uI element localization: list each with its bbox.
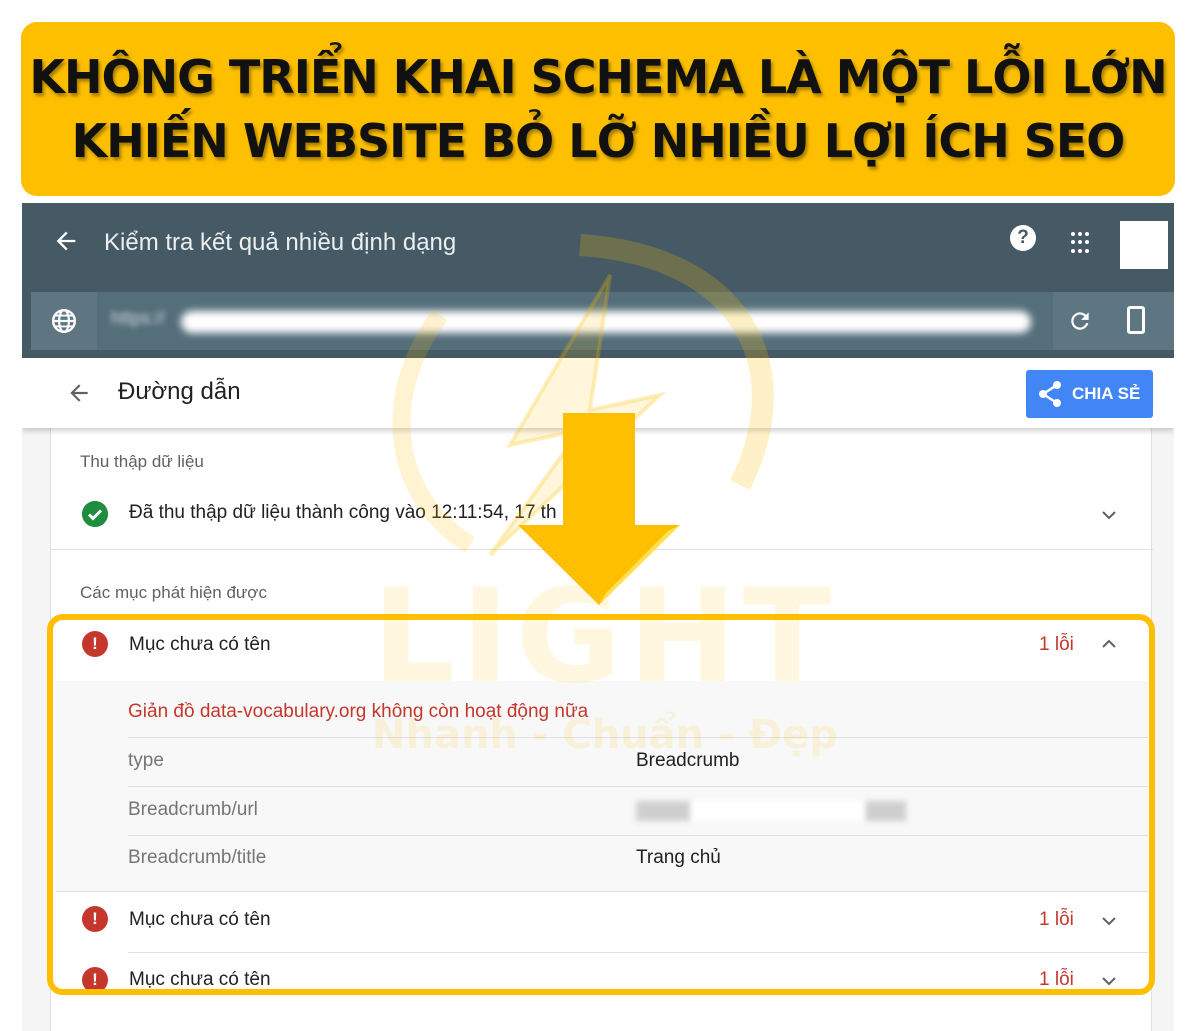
detail-title: Đường dẫn (118, 378, 241, 405)
account-avatar[interactable] (1120, 221, 1168, 269)
item-title: Mục chưa có tên (129, 909, 271, 930)
item-details: Giản đồ data-vocabulary.org không còn ho… (56, 681, 1148, 891)
chevron-down-icon[interactable] (1101, 510, 1117, 520)
property-value: Trang chủ (636, 847, 721, 868)
error-count: 1 lỗi (1039, 969, 1074, 990)
reload-icon[interactable] (1067, 308, 1093, 334)
smartphone-icon[interactable] (1127, 306, 1145, 334)
headline-line-1: KHÔNG TRIỂN KHAI SCHEMA LÀ MỘT LỖI LỚN (29, 50, 1167, 104)
property-key: Breadcrumb/url (128, 799, 258, 820)
url-bar: https:// (31, 292, 1174, 350)
error-icon: ! (82, 967, 108, 993)
arrow-left-icon[interactable] (66, 380, 92, 406)
url-input-redacted[interactable] (181, 311, 1031, 333)
headline-banner: KHÔNG TRIỂN KHAI SCHEMA LÀ MỘT LỖI LỚN K… (21, 22, 1175, 196)
error-message: Giản đồ data-vocabulary.org không còn ho… (128, 701, 589, 722)
scrollbar-track[interactable] (1152, 428, 1174, 1031)
globe-icon (51, 308, 77, 334)
chevron-up-icon[interactable] (1101, 639, 1117, 649)
error-count: 1 lỗi (1039, 634, 1074, 655)
app-title: Kiểm tra kết quả nhiều định dạng (104, 229, 457, 256)
share-button-label: CHIA SẺ (1072, 384, 1141, 403)
chevron-down-icon[interactable] (1101, 976, 1117, 986)
arrow-left-icon[interactable] (52, 227, 80, 255)
property-value: Breadcrumb (636, 750, 740, 771)
error-icon: ! (82, 631, 108, 657)
check-circle-icon (82, 501, 108, 527)
item-title: Mục chưa có tên (129, 634, 271, 655)
error-count: 1 lỗi (1039, 909, 1074, 930)
crawl-status-text: Đã thu thập dữ liệu thành công vào 12:11… (129, 502, 557, 523)
crawl-section-label: Thu thập dữ liệu (80, 452, 204, 471)
headline-line-2: KHIẾN WEBSITE BỎ LỠ NHIỀU LỢI ÍCH SEO (71, 114, 1126, 168)
item-title: Mục chưa có tên (129, 969, 271, 990)
property-key: type (128, 750, 164, 771)
url-prefix[interactable]: https:// (111, 308, 165, 329)
detected-section-label: Các mục phát hiện được (80, 583, 267, 602)
property-key: Breadcrumb/title (128, 847, 267, 868)
property-value-redacted-url (636, 801, 906, 821)
rich-results-test-screenshot: Kiểm tra kết quả nhiều định dạng ? https… (22, 203, 1174, 1031)
chevron-down-icon[interactable] (1101, 916, 1117, 926)
error-icon: ! (82, 906, 108, 932)
help-circle-icon[interactable]: ? (1010, 225, 1036, 251)
app-bar: Kiểm tra kết quả nhiều định dạng ? https… (22, 203, 1174, 358)
arrow-down-icon (518, 413, 680, 605)
share-button[interactable]: CHIA SẺ (1026, 370, 1153, 418)
share-icon (1039, 381, 1061, 407)
apps-grid-icon[interactable] (1071, 232, 1093, 254)
